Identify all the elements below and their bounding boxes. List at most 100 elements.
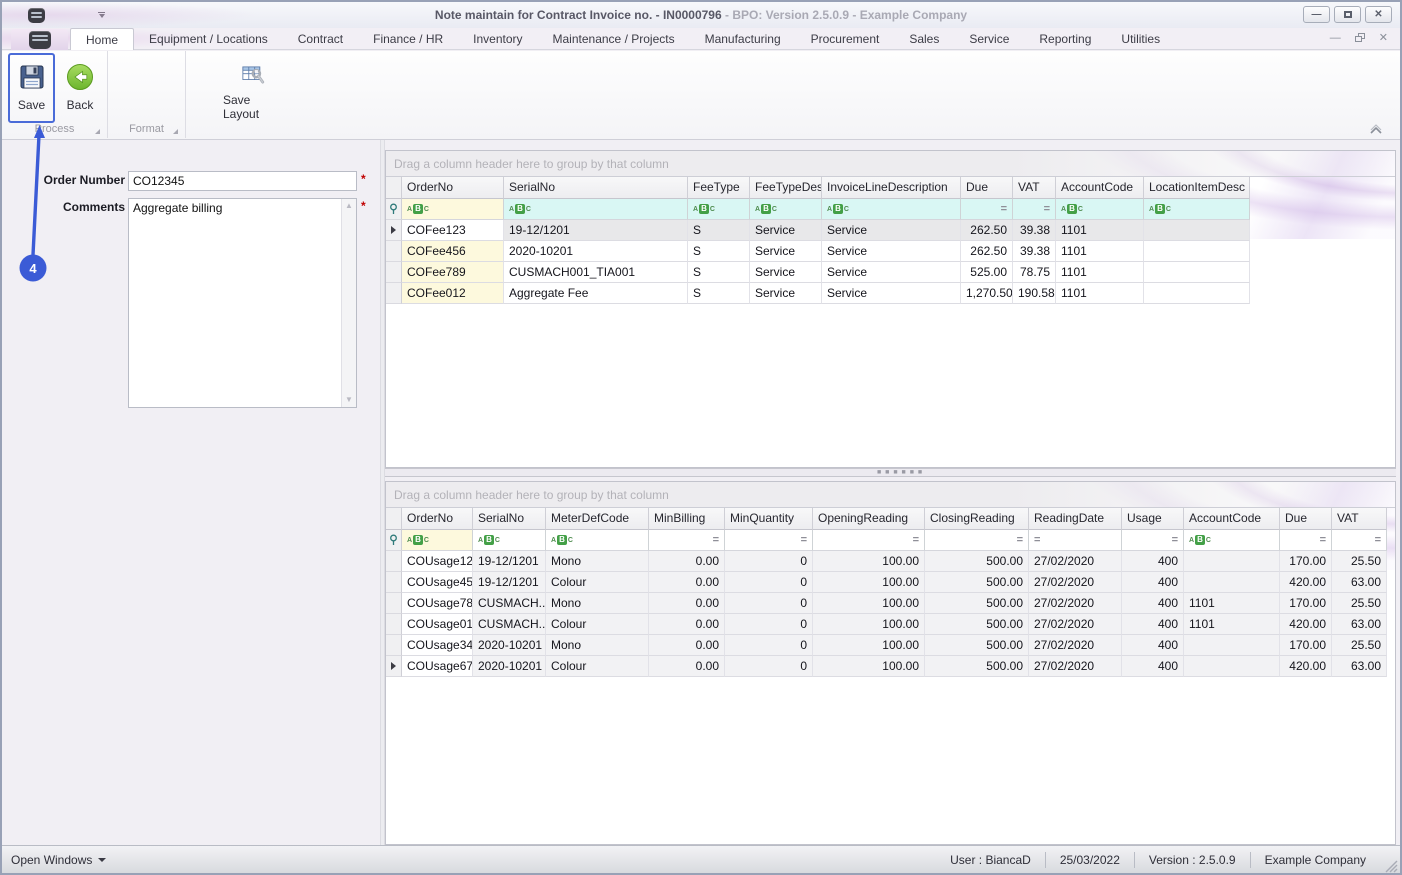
- back-button[interactable]: Back: [58, 53, 102, 123]
- grid-cell[interactable]: 1101: [1056, 220, 1144, 241]
- table-row[interactable]: COUsage12319-12/1201Mono0.000100.00500.0…: [386, 551, 1395, 572]
- filter-cell-OrderNo[interactable]: ABC: [402, 530, 473, 551]
- minimize-button[interactable]: —: [1303, 6, 1330, 23]
- grid-cell[interactable]: 170.00: [1280, 551, 1332, 572]
- filter-cell-ClosingReading[interactable]: =: [925, 530, 1029, 551]
- column-header-MinQuantity[interactable]: MinQuantity: [725, 508, 813, 530]
- process-dialog-launcher-icon[interactable]: [95, 129, 100, 134]
- grid-cell[interactable]: 500.00: [925, 593, 1029, 614]
- grid-cell[interactable]: 1,270.50: [961, 283, 1013, 304]
- filter-cell-Due[interactable]: =: [1280, 530, 1332, 551]
- quick-access-dropdown-icon[interactable]: [97, 12, 106, 18]
- filter-cell-MinQuantity[interactable]: =: [725, 530, 813, 551]
- grid-cell[interactable]: CUSMACH...: [473, 614, 546, 635]
- grid-cell[interactable]: 262.50: [961, 241, 1013, 262]
- grid-cell[interactable]: 25.50: [1332, 551, 1387, 572]
- comments-input[interactable]: Aggregate billing: [129, 199, 341, 407]
- table-row[interactable]: COUsage45619-12/1201Colour0.000100.00500…: [386, 572, 1395, 593]
- grid-cell[interactable]: 100.00: [813, 614, 925, 635]
- grid-cell[interactable]: COUsage012: [402, 614, 473, 635]
- grid-cell[interactable]: 0.00: [649, 614, 725, 635]
- grid-cell[interactable]: Service: [822, 283, 961, 304]
- grid-cell[interactable]: COFee789: [402, 262, 504, 283]
- column-header-MinBilling[interactable]: MinBilling: [649, 508, 725, 530]
- grid-cell[interactable]: 2020-10201: [473, 656, 546, 677]
- grid-cell[interactable]: Service: [750, 262, 822, 283]
- grid-cell[interactable]: 500.00: [925, 656, 1029, 677]
- tab-maintenance-projects[interactable]: Maintenance / Projects: [538, 28, 690, 50]
- grid-cell[interactable]: 420.00: [1280, 614, 1332, 635]
- grid-cell[interactable]: 500.00: [925, 572, 1029, 593]
- tab-finance-hr[interactable]: Finance / HR: [358, 28, 458, 50]
- grid-cell[interactable]: COFee123: [402, 220, 504, 241]
- tab-reporting[interactable]: Reporting: [1024, 28, 1106, 50]
- column-header-MeterDefCode[interactable]: MeterDefCode: [546, 508, 649, 530]
- grid-cell[interactable]: 0: [725, 656, 813, 677]
- grid-cell[interactable]: Service: [822, 262, 961, 283]
- format-dialog-launcher-icon[interactable]: [173, 129, 178, 134]
- table-row[interactable]: COUsage789CUSMACH...Mono0.000100.00500.0…: [386, 593, 1395, 614]
- grid-cell[interactable]: 0.00: [649, 572, 725, 593]
- grid-cell[interactable]: Service: [750, 220, 822, 241]
- mdi-close-icon[interactable]: ✕: [1379, 31, 1388, 44]
- table-row[interactable]: COUsage3452020-10201Mono0.000100.00500.0…: [386, 635, 1395, 656]
- filter-cell-FeeTypeDesc[interactable]: ABC: [750, 199, 822, 220]
- grid-cell[interactable]: 19-12/1201: [473, 551, 546, 572]
- grid-cell[interactable]: 400: [1122, 614, 1184, 635]
- grid-cell[interactable]: 190.58: [1013, 283, 1056, 304]
- tab-home[interactable]: Home: [70, 28, 134, 50]
- grid-cell[interactable]: 100.00: [813, 593, 925, 614]
- grid-cell[interactable]: 100.00: [813, 572, 925, 593]
- close-button[interactable]: ✕: [1365, 6, 1392, 23]
- column-header-OpeningReading[interactable]: OpeningReading: [813, 508, 925, 530]
- filter-cell-MeterDefCode[interactable]: ABC: [546, 530, 649, 551]
- grid-cell[interactable]: 2020-10201: [473, 635, 546, 656]
- column-header-ClosingReading[interactable]: ClosingReading: [925, 508, 1029, 530]
- tab-contract[interactable]: Contract: [283, 28, 358, 50]
- mdi-restore-icon[interactable]: [1355, 33, 1365, 42]
- column-header-Usage[interactable]: Usage: [1122, 508, 1184, 530]
- grid-cell[interactable]: 400: [1122, 551, 1184, 572]
- grid-cell[interactable]: 1101: [1056, 283, 1144, 304]
- grid-cell[interactable]: 27/02/2020: [1029, 614, 1122, 635]
- grid-cell[interactable]: 170.00: [1280, 593, 1332, 614]
- table-row[interactable]: COUsage6782020-10201Colour0.000100.00500…: [386, 656, 1395, 677]
- table-row[interactable]: COFee4562020-10201SServiceService262.503…: [386, 241, 1395, 262]
- grid-cell[interactable]: 420.00: [1280, 656, 1332, 677]
- column-header-OrderNo[interactable]: OrderNo: [402, 177, 504, 199]
- column-header-Due[interactable]: Due: [961, 177, 1013, 199]
- tab-equipment-locations[interactable]: Equipment / Locations: [134, 28, 283, 50]
- grid-cell[interactable]: 0.00: [649, 551, 725, 572]
- open-windows-button[interactable]: Open Windows: [2, 853, 106, 867]
- group-by-panel[interactable]: Drag a column header here to group by th…: [386, 482, 1395, 508]
- grid-cell[interactable]: Service: [750, 241, 822, 262]
- grid-cell[interactable]: 2020-10201: [504, 241, 688, 262]
- grid-cell[interactable]: [1184, 656, 1280, 677]
- grid-cell[interactable]: Colour: [546, 656, 649, 677]
- grid-cell[interactable]: Colour: [546, 572, 649, 593]
- grid-cell[interactable]: 400: [1122, 635, 1184, 656]
- grid-cell[interactable]: 100.00: [813, 656, 925, 677]
- grid-cell[interactable]: 400: [1122, 656, 1184, 677]
- mdi-minimize-icon[interactable]: —: [1330, 32, 1341, 44]
- grid-cell[interactable]: 400: [1122, 593, 1184, 614]
- grid-cell[interactable]: 1101: [1184, 614, 1280, 635]
- resize-grip[interactable]: [1382, 857, 1398, 873]
- grid-cell[interactable]: S: [688, 262, 750, 283]
- column-header-VAT[interactable]: VAT: [1332, 508, 1387, 530]
- grid-cell[interactable]: S: [688, 283, 750, 304]
- collapse-ribbon-icon[interactable]: [1368, 124, 1384, 135]
- grid-cell[interactable]: 0: [725, 572, 813, 593]
- grid-cell[interactable]: Mono: [546, 593, 649, 614]
- column-header-VAT[interactable]: VAT: [1013, 177, 1056, 199]
- column-header-SerialNo[interactable]: SerialNo: [504, 177, 688, 199]
- filter-cell-SerialNo[interactable]: ABC: [473, 530, 546, 551]
- grid-cell[interactable]: [1144, 220, 1250, 241]
- grid-cell[interactable]: 0.00: [649, 656, 725, 677]
- grid-cell[interactable]: 19-12/1201: [504, 220, 688, 241]
- grid-cell[interactable]: [1144, 283, 1250, 304]
- grid-cell[interactable]: 78.75: [1013, 262, 1056, 283]
- grid-cell[interactable]: COUsage456: [402, 572, 473, 593]
- grid-cell[interactable]: 100.00: [813, 551, 925, 572]
- column-header-FeeTypeDesc[interactable]: FeeTypeDesc: [750, 177, 822, 199]
